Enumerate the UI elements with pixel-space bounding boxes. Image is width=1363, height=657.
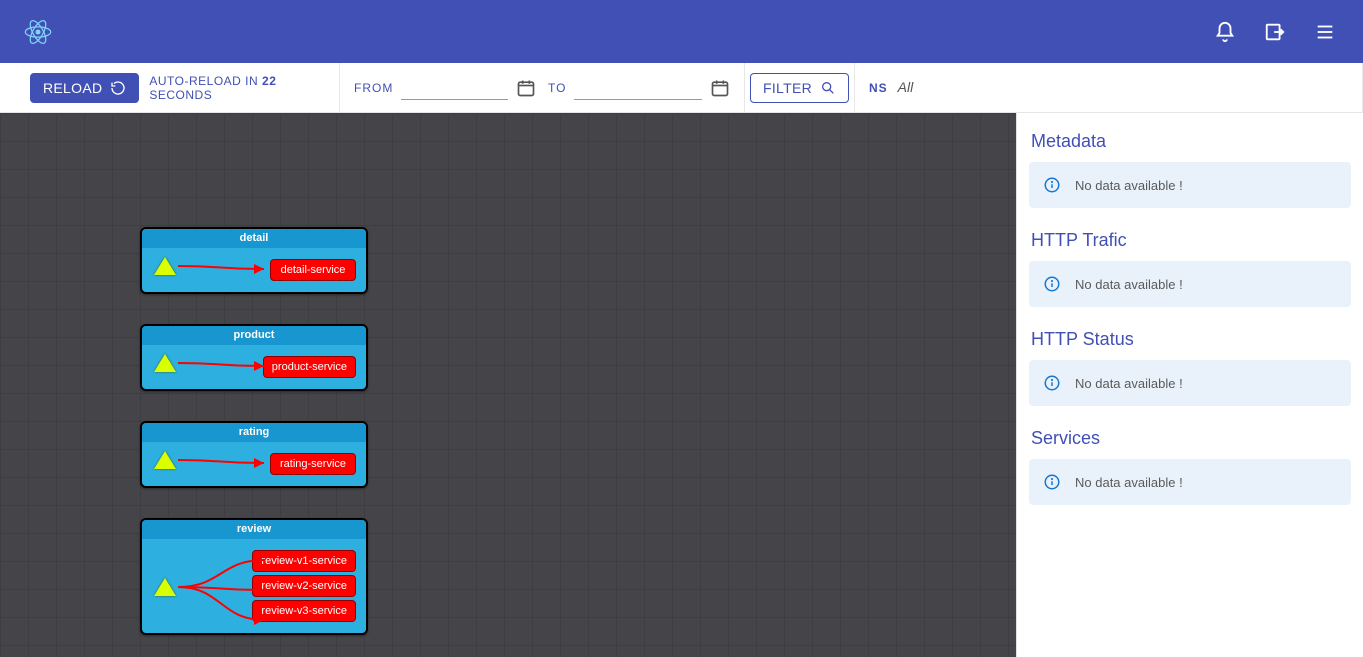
sidebar-panel: Metadata No data available !HTTP Trafic … — [1016, 113, 1363, 657]
export-button[interactable] — [1255, 12, 1295, 52]
sidebar-section-title: HTTP Status — [1031, 329, 1349, 350]
to-label: TO — [548, 81, 566, 95]
toolbar-filter-cell: FILTER — [745, 63, 855, 112]
graph-canvas[interactable]: detaildetail-service productproduct-servi… — [0, 113, 1016, 657]
main-area: detaildetail-service productproduct-servi… — [0, 113, 1363, 657]
node-body: product-service — [142, 345, 366, 389]
calendar-icon[interactable] — [710, 78, 730, 98]
from-input[interactable] — [401, 76, 508, 100]
export-icon — [1264, 21, 1286, 43]
toolbar-namespace-cell: NS All — [855, 63, 1363, 112]
sidebar-section-title: Metadata — [1031, 131, 1349, 152]
app-header — [0, 0, 1363, 63]
node-title: review — [142, 520, 366, 539]
ns-value[interactable]: All — [898, 79, 914, 96]
service-group-node[interactable]: ratingrating-service — [140, 421, 368, 488]
info-message: No data available ! — [1029, 459, 1351, 505]
arrows-layer — [142, 345, 370, 381]
service-group-node[interactable]: productproduct-service — [140, 324, 368, 391]
info-icon — [1043, 275, 1061, 293]
from-date-field[interactable]: FROM — [354, 76, 536, 100]
reload-icon — [110, 80, 126, 96]
menu-button[interactable] — [1305, 12, 1345, 52]
node-body: rating-service — [142, 442, 366, 486]
arrows-layer — [142, 442, 370, 478]
info-message: No data available ! — [1029, 162, 1351, 208]
react-logo-icon — [24, 18, 52, 46]
menu-icon — [1314, 21, 1336, 43]
reload-button-label: RELOAD — [43, 80, 102, 96]
service-group-node[interactable]: detaildetail-service — [140, 227, 368, 294]
search-icon — [820, 80, 836, 96]
filter-button[interactable]: FILTER — [750, 73, 849, 103]
reload-button[interactable]: RELOAD — [30, 73, 139, 103]
service-group-node[interactable]: reviewreview-v1-servicereview-v2-service… — [140, 518, 368, 635]
sidebar-section-title: Services — [1031, 428, 1349, 449]
info-text: No data available ! — [1075, 376, 1183, 391]
node-title: rating — [142, 423, 366, 442]
bell-icon — [1214, 21, 1236, 43]
node-body: detail-service — [142, 248, 366, 292]
from-label: FROM — [354, 81, 393, 95]
toolbar-date-range: FROM TO — [340, 63, 745, 112]
auto-reload-prefix: AUTO-RELOAD IN — [149, 74, 262, 88]
filter-button-label: FILTER — [763, 80, 812, 96]
info-text: No data available ! — [1075, 178, 1183, 193]
info-text: No data available ! — [1075, 277, 1183, 292]
info-text: No data available ! — [1075, 475, 1183, 490]
toolbar-reload-cell: RELOAD AUTO-RELOAD IN 22 SECONDS — [0, 63, 340, 112]
node-body: review-v1-servicereview-v2-servicereview… — [142, 539, 366, 633]
to-input[interactable] — [574, 76, 702, 100]
notifications-button[interactable] — [1205, 12, 1245, 52]
auto-reload-status: AUTO-RELOAD IN 22 SECONDS — [149, 74, 325, 102]
info-icon — [1043, 374, 1061, 392]
info-icon — [1043, 473, 1061, 491]
info-message: No data available ! — [1029, 360, 1351, 406]
info-icon — [1043, 176, 1061, 194]
to-date-field[interactable]: TO — [548, 76, 730, 100]
node-title: detail — [142, 229, 366, 248]
arrows-layer — [142, 248, 370, 284]
sidebar-section-title: HTTP Trafic — [1031, 230, 1349, 251]
node-title: product — [142, 326, 366, 345]
auto-reload-suffix: SECONDS — [149, 88, 212, 102]
arrows-layer — [142, 539, 370, 635]
ns-label: NS — [869, 81, 888, 95]
auto-reload-seconds: 22 — [262, 74, 276, 88]
info-message: No data available ! — [1029, 261, 1351, 307]
toolbar: RELOAD AUTO-RELOAD IN 22 SECONDS FROM TO — [0, 63, 1363, 113]
calendar-icon[interactable] — [516, 78, 536, 98]
